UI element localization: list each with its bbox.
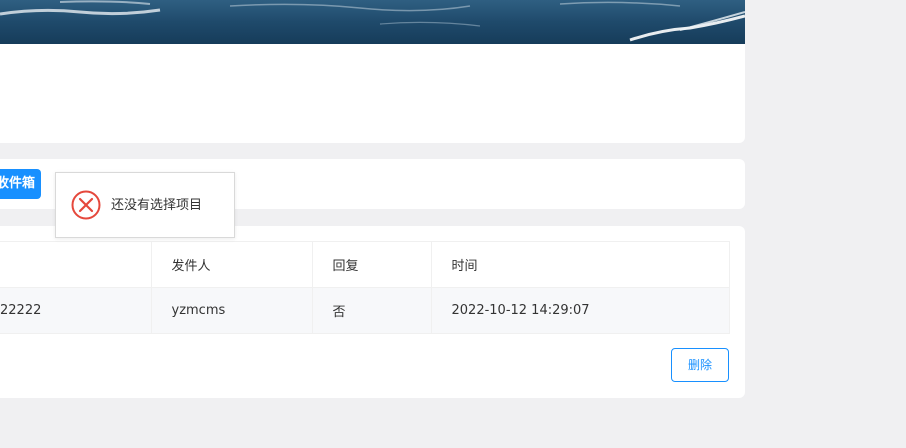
message-sender: yzmcms	[150, 287, 313, 334]
inbox-button[interactable]: 收件箱	[0, 169, 41, 199]
banner-card	[0, 0, 745, 143]
message-table: 发件人 回复 时间 22222 yzmcms 否 2022-10-12 14:2…	[0, 241, 730, 334]
header-subject	[0, 241, 152, 288]
header-sender: 发件人	[150, 241, 313, 288]
error-circle-icon	[71, 190, 101, 220]
delete-button[interactable]: 删除	[671, 348, 729, 382]
table-row[interactable]: 22222 yzmcms 否 2022-10-12 14:29:07	[0, 287, 730, 334]
message-list-card: 发件人 回复 时间 22222 yzmcms 否 2022-10-12 14:2…	[0, 226, 745, 398]
toast-message: 还没有选择项目	[111, 198, 203, 213]
header-reply: 回复	[311, 241, 432, 288]
subject-text[interactable]: 22222	[0, 303, 41, 318]
message-time: 2022-10-12 14:29:07	[430, 287, 730, 334]
message-reply-status: 否	[311, 287, 432, 334]
header-time: 时间	[430, 241, 730, 288]
error-toast: 还没有选择项目	[55, 172, 235, 238]
banner-sea-image	[0, 0, 745, 44]
message-subject-link[interactable]: 22222	[0, 287, 152, 334]
table-header-row: 发件人 回复 时间	[0, 241, 730, 288]
